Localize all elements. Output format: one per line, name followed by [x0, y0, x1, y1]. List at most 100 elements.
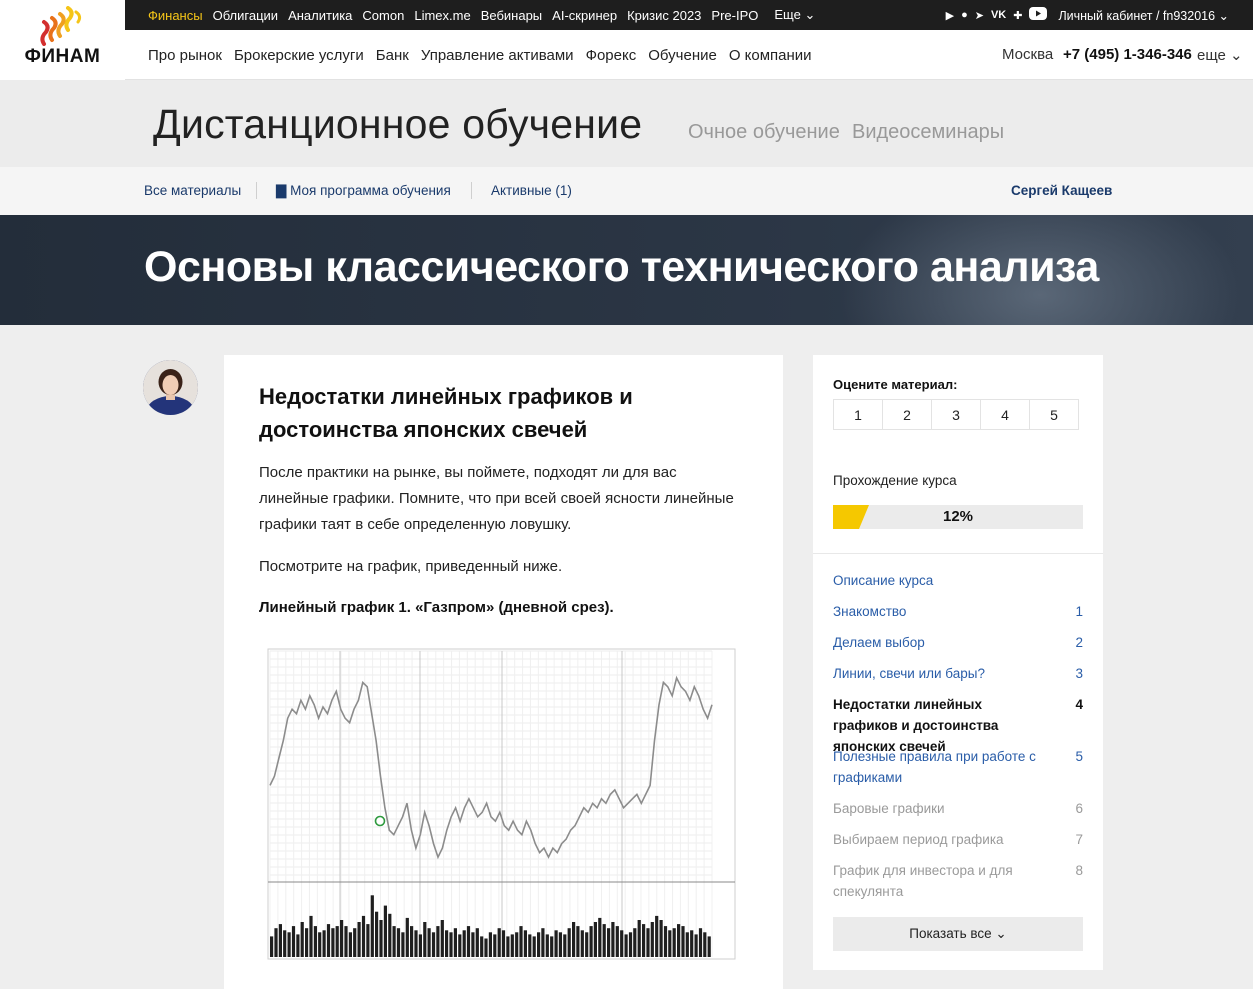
top-link-crisis[interactable]: Кризис 2023 [627, 8, 701, 23]
chart-volume-bar [375, 911, 379, 957]
nav-item-about[interactable]: О компании [729, 47, 812, 64]
vk-icon[interactable]: VK [991, 9, 1006, 21]
lesson-link-1[interactable]: Знакомство 1 [833, 601, 1083, 622]
chart-volume-bar [274, 928, 278, 957]
sub-nav-my-program[interactable]: ▇ Моя программа обучения [276, 183, 451, 199]
progress-title: Прохождение курса [833, 473, 957, 488]
lesson-link-5[interactable]: Полезные правила при работе с графиками … [833, 746, 1083, 788]
chart-volume-bar [550, 936, 554, 957]
rate-button-3[interactable]: 3 [931, 399, 981, 430]
chart-volume-bar [340, 920, 344, 957]
chart-volume-bar [410, 926, 414, 957]
nav-item-asset-management[interactable]: Управление активами [421, 47, 574, 64]
chart-volume-bar [431, 932, 436, 957]
lesson-title: Описание курса [833, 573, 934, 588]
chart-volume-bar [392, 926, 396, 957]
finam-logo[interactable]: ФИНАМ [0, 0, 125, 80]
rate-button-2[interactable]: 2 [882, 399, 932, 430]
chart-volume-bar [585, 932, 589, 957]
chart-volume-bar [694, 934, 698, 957]
youtube-icon[interactable] [1029, 7, 1048, 23]
nav-item-market[interactable]: Про рынок [148, 47, 222, 64]
chart-volume-bar [519, 926, 523, 957]
top-link-ai-screener[interactable]: AI-скринер [552, 8, 617, 23]
lesson-number: 3 [1075, 666, 1083, 681]
lesson-link-6[interactable]: Баровые графики 6 [833, 798, 1083, 819]
lesson-heading: Недостатки линейных графиков и достоинст… [259, 384, 633, 442]
chart-volume-bar [515, 932, 519, 957]
chart-volume-bar [607, 928, 611, 957]
top-more-menu[interactable]: Еще ⌄ [774, 7, 815, 23]
chart-volume-bar [309, 915, 313, 957]
lesson-link-2[interactable]: Делаем выбор 2 [833, 632, 1083, 653]
chart-volume-bar [563, 934, 567, 957]
chart-caption: Линейный график 1. «Газпром» (дневной ср… [259, 599, 614, 616]
chart-volume-bar [528, 934, 532, 957]
chart-volume-bar [423, 922, 427, 957]
chart-volume-bar [672, 928, 676, 957]
lesson-title: Знакомство [833, 604, 907, 619]
chart-volume-bar [501, 930, 506, 957]
lesson-number: 7 [1075, 832, 1083, 847]
apple-icon[interactable]: ● [961, 9, 968, 21]
lesson-title: Выбираем период графика [833, 832, 1004, 847]
top-link-analytics[interactable]: Аналитика [288, 8, 352, 23]
top-right: ▶ ● ➤ VK ✚ Личный кабинет / fn932016 ⌄ [946, 0, 1229, 30]
lesson-number: 5 [1075, 749, 1083, 764]
city-selector[interactable]: Москва [1002, 46, 1053, 63]
nav-more-menu[interactable]: еще ⌄ [1197, 46, 1243, 64]
rate-button-1[interactable]: 1 [833, 399, 883, 430]
show-all-button[interactable]: Показать все ⌄ [833, 917, 1083, 951]
nav-item-brokerage[interactable]: Брокерские услуги [234, 47, 364, 64]
chart-volume-bar [300, 922, 304, 957]
sub-nav-active[interactable]: Активные (1) [491, 183, 572, 198]
user-name-link[interactable]: Сергей Кащеев [1011, 183, 1112, 198]
chart-volume-bar [361, 915, 366, 957]
nav-item-bank[interactable]: Банк [376, 47, 409, 64]
chart-volume-bar [659, 920, 663, 957]
lesson-link-3[interactable]: Линии, свечи или бары? 3 [833, 663, 1083, 684]
personal-cabinet-link[interactable]: Личный кабинет / fn932016 ⌄ [1058, 8, 1229, 23]
book-icon: ▇ [276, 183, 287, 198]
chart-volume-bar [331, 928, 335, 957]
progress-value: 12% [942, 508, 974, 525]
okru-icon[interactable]: ✚ [1013, 9, 1022, 22]
lesson-link-8[interactable]: График для инвестора и для спекулянта 8 [833, 860, 1083, 902]
top-link-limex[interactable]: Limex.me [414, 8, 470, 23]
top-link-preipo[interactable]: Pre-IPO [711, 8, 758, 23]
lesson-link-description[interactable]: Описание курса [833, 570, 1083, 591]
chart-volume-bar [488, 932, 492, 957]
lesson-paragraph: Посмотрите на график, приведенный ниже. [259, 558, 563, 575]
chart-volume-bar [663, 926, 668, 957]
rate-button-5[interactable]: 5 [1029, 399, 1079, 430]
top-link-bonds[interactable]: Облигации [213, 8, 278, 23]
nav-item-education[interactable]: Обучение [648, 47, 717, 64]
chart-volume-bar [445, 930, 449, 957]
link-video-seminars[interactable]: Видеосеминары [852, 121, 1004, 144]
chart-volume-bar [580, 930, 584, 957]
lesson-title: Баровые графики [833, 801, 945, 816]
link-in-person-education[interactable]: Очное обучение [688, 121, 840, 144]
play-icon[interactable]: ▶ [946, 9, 954, 22]
chart-volume-bar [646, 928, 650, 957]
chart-volume-bar [537, 932, 541, 957]
sub-nav: Все материалы ▇ Моя программа обучения А… [0, 167, 1253, 215]
section-header: Дистанционное обучение Очное обучение Ви… [0, 80, 1253, 167]
nav-item-forex[interactable]: Форекс [586, 47, 637, 64]
author-avatar[interactable] [143, 360, 198, 415]
chart-volume-bar [602, 924, 606, 957]
chart-volume-bar [484, 938, 488, 957]
top-link-webinars[interactable]: Вебинары [481, 8, 542, 23]
top-link-finance[interactable]: Финансы [148, 8, 203, 23]
chart-volume-bar [576, 926, 580, 957]
lesson-link-7[interactable]: Выбираем период графика 7 [833, 829, 1083, 850]
section-title: Дистанционное обучение [153, 101, 643, 147]
telegram-icon[interactable]: ➤ [975, 9, 984, 22]
chart-volume-bar [650, 922, 654, 957]
top-link-comon[interactable]: Comon [362, 8, 404, 23]
rate-button-4[interactable]: 4 [980, 399, 1030, 430]
chart-volume-bar [633, 928, 637, 957]
chart-volume-bar [453, 928, 457, 957]
lesson-title: График для инвестора и для спекулянта [833, 863, 1013, 899]
sub-nav-all-materials[interactable]: Все материалы [144, 183, 241, 198]
